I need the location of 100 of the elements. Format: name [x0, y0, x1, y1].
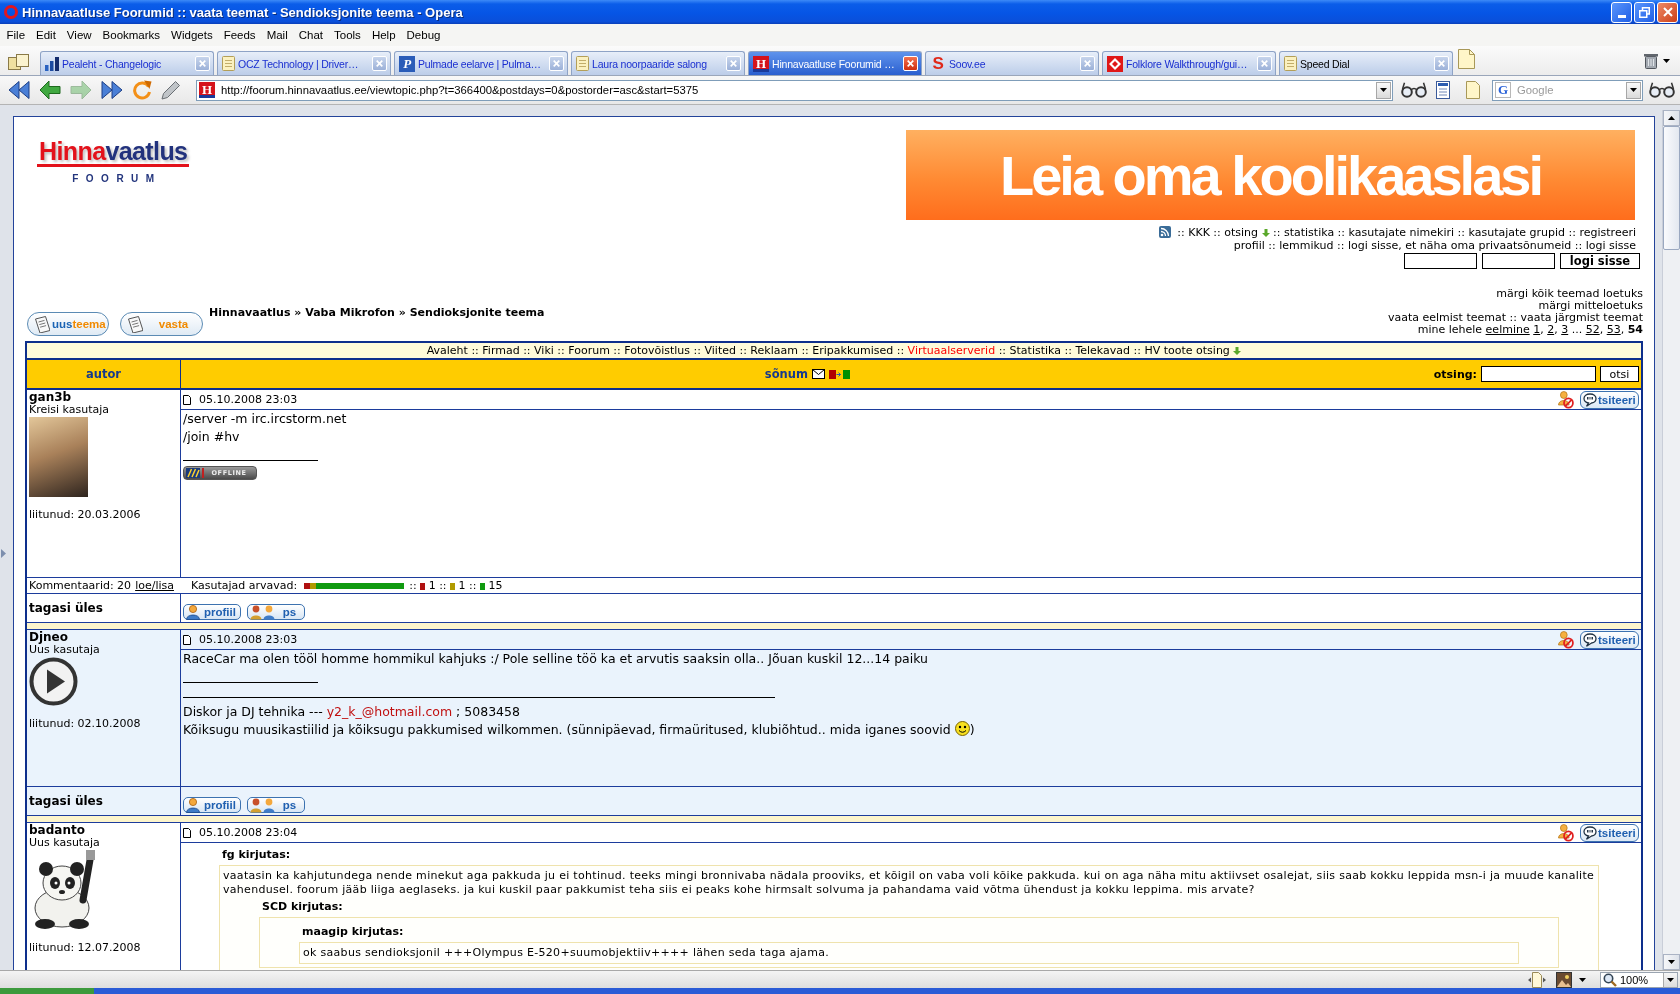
search-field[interactable] [1481, 366, 1596, 382]
header-link[interactable]: logi sisse, et näha oma privaatsõnumeid [1347, 239, 1572, 252]
nav-link[interactable]: Reklaam [750, 344, 798, 357]
nav-link[interactable]: Firmad [482, 344, 520, 357]
glasses-icon[interactable] [1401, 82, 1427, 98]
quote-button[interactable]: tsiteeri [1580, 630, 1639, 649]
nav-link[interactable]: Avaleht [426, 344, 468, 357]
scroll-down-button[interactable] [1663, 954, 1680, 970]
quote-button[interactable]: tsiteeri [1580, 823, 1639, 842]
nav-link[interactable]: Fotovõistlus [624, 344, 691, 357]
menu-item[interactable]: Tools [328, 26, 367, 44]
message-button[interactable]: ps [247, 797, 305, 813]
close-tab-button[interactable] [903, 56, 918, 71]
header-link[interactable]: statistika [1283, 226, 1335, 239]
tab[interactable]: Laura noorpaaride salong [571, 51, 745, 75]
nav-link[interactable]: Telekavad [1075, 344, 1130, 357]
page-link[interactable]: 53 [1606, 323, 1621, 336]
address-input[interactable]: http://foorum.hinnavaatlus.ee/viewtopic.php?t=366400&postdays=0&postorder=asc&start=5375 [215, 81, 1376, 99]
dropdown-button[interactable] [1663, 972, 1677, 987]
previous-page-link[interactable]: eelmine [1485, 323, 1530, 336]
back-to-top-link[interactable]: tagasi üles [29, 794, 103, 808]
page-link[interactable]: 2 [1547, 323, 1555, 336]
header-link[interactable]: otsing [1224, 226, 1259, 239]
search-button[interactable]: otsi [1600, 366, 1639, 382]
picture-icon[interactable] [1556, 971, 1572, 988]
header-link[interactable]: KKK [1188, 226, 1210, 239]
person-forbidden-icon[interactable] [1558, 390, 1574, 409]
glasses-icon[interactable] [1649, 82, 1675, 98]
double-right-arrow-icon[interactable] [101, 80, 123, 100]
menu-item[interactable]: Mail [261, 26, 294, 44]
breadcrumb-link[interactable]: Sendioksjonite teema [409, 306, 545, 319]
page-link[interactable]: 52 [1585, 323, 1600, 336]
menu-item[interactable]: Bookmarks [97, 26, 166, 44]
nav-link[interactable]: Viited [704, 344, 736, 357]
tab[interactable]: S Soov.ee [925, 51, 1099, 75]
author-name[interactable]: badanto [29, 824, 178, 837]
menu-item[interactable]: Widgets [165, 26, 219, 44]
author-name[interactable]: gan3b [29, 391, 178, 404]
comments-link[interactable]: loe/lisa [135, 579, 174, 592]
nav-link[interactable]: Eripakkumised [812, 344, 894, 357]
envelope-icon[interactable] [811, 369, 825, 379]
restore-button[interactable] [1634, 1, 1655, 23]
rss-icon[interactable] [1158, 226, 1171, 238]
menu-item[interactable]: Edit [30, 26, 62, 44]
profile-button[interactable]: profiil [183, 604, 241, 620]
menu-item[interactable]: Debug [401, 26, 446, 44]
login-button[interactable]: logi sisse [1560, 253, 1640, 269]
header-link[interactable]: profiil [1233, 239, 1265, 252]
back-to-top-link[interactable]: tagasi üles [29, 601, 103, 615]
nav-link[interactable]: HV toote otsing [1144, 344, 1230, 357]
topic-link[interactable]: vaata järgmist teemat [1520, 311, 1643, 324]
zoom-field[interactable]: 100% [1600, 971, 1678, 988]
menu-item[interactable]: File [1, 26, 31, 44]
pen-icon[interactable] [161, 80, 181, 100]
topic-link[interactable]: märgi kõik teemad loetuks [1496, 287, 1643, 300]
author-name[interactable]: Djneo [29, 631, 178, 644]
username-field[interactable] [1404, 253, 1477, 269]
page-icon[interactable] [1466, 81, 1480, 99]
circular-arrows-icon[interactable] [132, 80, 152, 100]
header-link[interactable]: lemmikud [1279, 239, 1334, 252]
menu-item[interactable]: Help [366, 26, 402, 44]
tab[interactable]: Folklore Walkthrough/gui… [1102, 51, 1276, 75]
breadcrumb-link[interactable]: Vaba Mikrofon [305, 306, 395, 319]
search-input[interactable]: Google [1511, 81, 1626, 99]
menu-item[interactable]: Feeds [218, 26, 262, 44]
search-field[interactable]: G Google [1492, 79, 1643, 101]
tab[interactable]: Speed Dial [1279, 51, 1453, 75]
nav-link[interactable]: Statistika [1009, 344, 1061, 357]
email-link[interactable]: y2_k_@hotmail.com [326, 704, 453, 719]
left-arrow-icon[interactable] [39, 80, 61, 100]
tab[interactable]: P Pulmade eelarve | Pulma… [394, 51, 568, 75]
tab[interactable]: Pealeht - Changelogic [40, 51, 214, 75]
dropdown-button[interactable] [1626, 81, 1641, 99]
caret-icon[interactable] [1579, 977, 1586, 982]
pages-icon[interactable] [8, 53, 29, 70]
header-link[interactable]: kasutajate grupid [1468, 226, 1566, 239]
tab[interactable]: OCZ Technology | Driver… [217, 51, 391, 75]
header-link[interactable]: registreeri [1579, 226, 1636, 239]
double-left-arrow-icon[interactable] [8, 80, 30, 100]
dropdown-button[interactable] [1376, 81, 1391, 99]
page-arrows-icon[interactable] [1528, 971, 1546, 988]
menu-item[interactable]: View [61, 26, 98, 44]
address-field[interactable]: H http://foorum.hinnavaatlus.ee/viewtopic.php?t=366400&postdays=0&postorder=asc&start=5375 [196, 79, 1393, 101]
message-button[interactable]: ps [247, 604, 305, 620]
new-page-icon[interactable] [1458, 49, 1475, 69]
profile-button[interactable]: profiil [183, 797, 241, 813]
quote-button[interactable]: tsiteeri [1580, 390, 1639, 409]
person-forbidden-icon[interactable] [1558, 823, 1574, 842]
breadcrumb-link[interactable]: Hinnavaatlus [209, 306, 291, 319]
nav-link[interactable]: Virtuaalserverid [907, 344, 996, 357]
caret-icon[interactable] [1663, 58, 1670, 63]
menu-item[interactable]: Chat [293, 26, 329, 44]
header-link[interactable]: kasutajate nimekiri [1348, 226, 1455, 239]
new-topic-button[interactable]: uusteema [27, 312, 109, 336]
document-icon[interactable] [1436, 81, 1450, 99]
minimize-button[interactable] [1611, 1, 1632, 23]
scroll-up-button[interactable] [1663, 110, 1680, 126]
topic-link[interactable]: vaata eelmist teemat [1387, 311, 1506, 324]
header-link[interactable]: logi sisse [1585, 239, 1636, 252]
trash-icon[interactable] [1644, 52, 1658, 69]
